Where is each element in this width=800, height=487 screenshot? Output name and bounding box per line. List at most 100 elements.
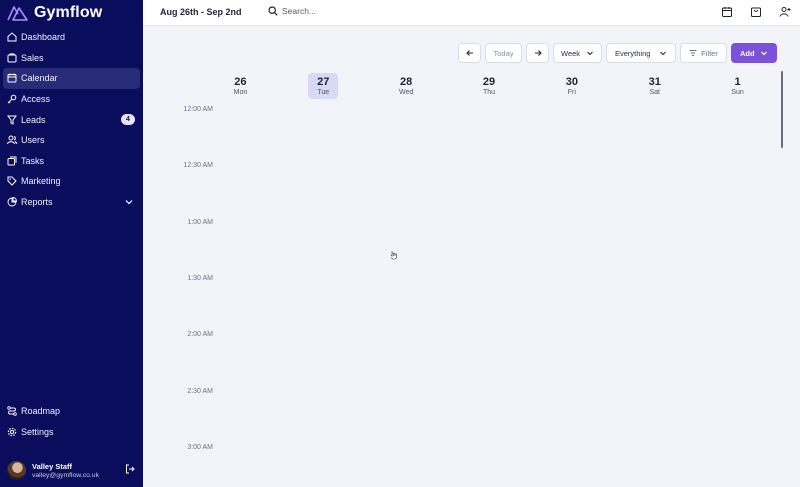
sidebar-item-label: Sales	[21, 52, 44, 63]
logout-icon[interactable]	[125, 464, 135, 474]
filter-button[interactable]: Filter	[680, 43, 727, 63]
user-profile[interactable]: Valley Staff valley@gymflow.co.uk	[7, 458, 137, 482]
sidebar-bottom-nav: Roadmap Settings	[3, 401, 140, 442]
week-day-headers: 26 Mon 27 Tue 28 Wed 29 Thu 30 Fri 31 Sat 1 Sun	[199, 73, 779, 99]
day-header-tue[interactable]: 27 Tue	[282, 73, 365, 99]
sidebar-item-label: Tasks	[21, 155, 45, 166]
scope-select-value: Everything	[615, 48, 651, 58]
key-icon	[7, 94, 17, 104]
time-label: 12:00 AM	[183, 106, 213, 113]
sidebar-item-label: Settings	[21, 426, 54, 437]
time-grid[interactable]: 12:00 AM 12:30 AM 1:00 AM 1:30 AM 2:00 A…	[143, 103, 780, 487]
add-button-label: Add	[740, 48, 755, 58]
sidebar-item-calendar[interactable]: Calendar	[3, 68, 140, 89]
search-placeholder: Search...	[282, 6, 317, 16]
top-bar: Aug 26th - Sep 2nd Search...	[143, 0, 800, 26]
shopping-bag-icon[interactable]	[750, 6, 762, 18]
chevron-down-icon	[761, 51, 767, 56]
day-header-thu[interactable]: 29 Thu	[448, 73, 531, 99]
day-header-wed[interactable]: 28 Wed	[365, 73, 448, 99]
gear-icon	[7, 427, 17, 437]
next-week-button[interactable]	[526, 43, 549, 63]
arrow-left-icon	[465, 50, 473, 56]
previous-week-button[interactable]	[458, 43, 481, 63]
filter-button-label: Filter	[701, 48, 718, 58]
sidebar-item-label: Marketing	[21, 176, 61, 187]
sidebar-item-label: Roadmap	[21, 406, 61, 417]
sidebar-item-marketing[interactable]: Marketing	[3, 171, 140, 192]
filter-lines-icon	[689, 50, 697, 56]
calendar-icon[interactable]	[721, 6, 733, 18]
sidebar: Gymflow Dashboard Sales Calendar Access …	[0, 0, 143, 487]
arrow-right-icon	[534, 50, 542, 56]
add-user-icon[interactable]	[779, 6, 791, 18]
day-number: 31	[648, 75, 661, 88]
sidebar-item-users[interactable]: Users	[3, 130, 140, 151]
tag-icon	[7, 176, 17, 187]
scope-select[interactable]: Everything	[606, 43, 676, 63]
day-number: 26	[234, 75, 247, 88]
sidebar-item-dashboard[interactable]: Dashboard	[3, 27, 140, 48]
day-name: Sun	[731, 88, 744, 96]
sidebar-item-label: Reports	[21, 197, 53, 208]
time-label: 1:30 AM	[187, 275, 213, 282]
calendar-icon	[7, 73, 17, 83]
user-info: Valley Staff valley@gymflow.co.uk	[32, 462, 99, 479]
roadmap-icon	[7, 406, 17, 417]
add-button[interactable]: Add	[731, 43, 777, 63]
sidebar-item-access[interactable]: Access	[3, 89, 140, 110]
day-number: 27	[317, 75, 330, 88]
mouse-cursor-icon	[390, 251, 397, 260]
sidebar-nav: Dashboard Sales Calendar Access Leads 4 …	[3, 27, 140, 212]
day-number: 29	[482, 75, 496, 88]
sidebar-item-label: Leads	[21, 114, 46, 125]
sidebar-item-roadmap[interactable]: Roadmap	[3, 401, 140, 422]
date-range: Aug 26th - Sep 2nd	[160, 7, 242, 17]
sidebar-item-leads[interactable]: Leads 4	[3, 109, 140, 130]
day-number: 30	[565, 75, 578, 88]
sidebar-item-label: Users	[21, 135, 45, 146]
brand-name: Gymflow	[34, 4, 103, 21]
day-name: Wed	[399, 88, 414, 96]
search-icon	[268, 6, 278, 16]
sidebar-item-label: Access	[21, 94, 51, 105]
time-label: 3:00 AM	[187, 444, 213, 451]
day-name: Mon	[233, 88, 248, 96]
reports-icon	[7, 197, 17, 207]
search-input[interactable]: Search...	[268, 6, 316, 16]
calendar-toolbar: Today Week Everything Filter Add	[458, 43, 777, 63]
time-label: 2:00 AM	[187, 331, 213, 338]
today-button[interactable]: Today	[485, 43, 522, 63]
chevron-down-icon	[660, 51, 666, 56]
scrollbar[interactable]	[781, 71, 783, 148]
filter-funnel-icon	[7, 115, 17, 125]
avatar	[7, 460, 26, 480]
leads-count-badge: 4	[121, 113, 135, 125]
day-name: Fri	[567, 88, 576, 96]
user-name: Valley Staff	[32, 461, 73, 471]
chevron-down-icon[interactable]	[125, 198, 133, 206]
day-number: 1	[734, 75, 741, 88]
day-number: 28	[400, 75, 413, 88]
day-header-sun[interactable]: 1 Sun	[696, 73, 779, 99]
brand[interactable]: Gymflow	[7, 3, 102, 23]
sidebar-item-label: Dashboard	[21, 32, 66, 43]
sidebar-item-reports[interactable]: Reports	[3, 192, 140, 213]
view-select[interactable]: Week	[553, 43, 602, 63]
sidebar-item-tasks[interactable]: Tasks	[3, 151, 140, 172]
day-name: Tue	[317, 88, 330, 96]
sidebar-item-label: Calendar	[21, 73, 58, 84]
day-header-fri[interactable]: 30 Fri	[530, 73, 613, 99]
day-header-sat[interactable]: 31 Sat	[613, 73, 696, 99]
top-icons	[721, 6, 791, 18]
sidebar-item-sales[interactable]: Sales	[3, 48, 140, 69]
time-label: 1:00 AM	[187, 219, 213, 226]
sidebar-item-settings[interactable]: Settings	[3, 422, 140, 443]
day-name: Thu	[482, 88, 496, 96]
tasks-icon	[7, 156, 17, 166]
time-label: 2:30 AM	[187, 388, 213, 395]
users-icon	[7, 135, 17, 145]
chevron-down-icon	[587, 51, 593, 56]
day-header-mon[interactable]: 26 Mon	[199, 73, 282, 99]
user-email: valley@gymflow.co.uk	[32, 471, 99, 479]
